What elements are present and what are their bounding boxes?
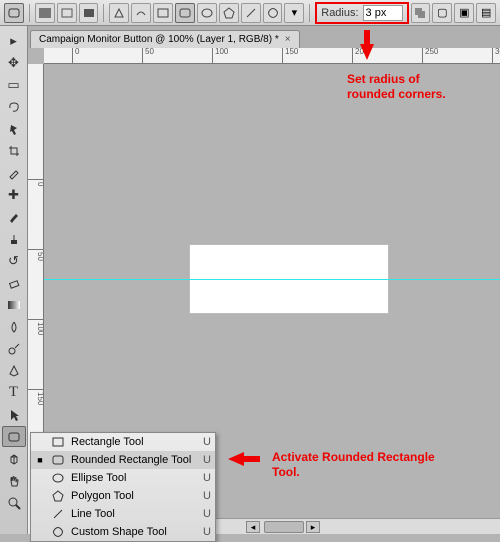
- radius-label: Radius:: [321, 7, 358, 19]
- ruler-tick: 50: [142, 48, 154, 64]
- ellipse-icon: [51, 471, 65, 485]
- menu-label: Polygon Tool: [71, 490, 193, 502]
- tab-handle-icon[interactable]: ▸: [2, 30, 26, 51]
- menu-label: Line Tool: [71, 508, 193, 520]
- path-selection-tool[interactable]: [2, 404, 26, 425]
- annotation-activate-text: Activate Rounded Rectangle Tool.: [272, 450, 435, 480]
- combine-exclude-icon[interactable]: ▤: [476, 3, 496, 23]
- document-title: Campaign Monitor Button @ 100% (Layer 1,…: [39, 34, 279, 45]
- ellipse-shape-icon[interactable]: [197, 3, 217, 23]
- document-tab[interactable]: Campaign Monitor Button @ 100% (Layer 1,…: [30, 30, 300, 48]
- menu-shortcut: U: [199, 454, 211, 466]
- ruler-tick: 100: [28, 319, 44, 335]
- eraser-tool[interactable]: [2, 272, 26, 293]
- combine-subtract-icon[interactable]: ▢: [432, 3, 452, 23]
- pen-tool[interactable]: [2, 360, 26, 381]
- shape-layers-mode[interactable]: [35, 3, 55, 23]
- ruler-tick: 250: [422, 48, 438, 64]
- rectangle-icon: [51, 435, 65, 449]
- rounded-rectangle-icon: [51, 453, 65, 467]
- options-bar: ▾ Radius: ▢ ▣ ▤: [0, 0, 500, 26]
- ruler-tick: 100: [212, 48, 228, 64]
- divider: [29, 4, 30, 22]
- eyedropper-tool[interactable]: [2, 162, 26, 183]
- divider: [309, 4, 310, 22]
- radius-input[interactable]: [363, 5, 403, 21]
- type-tool[interactable]: T: [2, 382, 26, 403]
- fill-pixels-mode[interactable]: [79, 3, 99, 23]
- line-shape-icon[interactable]: [241, 3, 261, 23]
- menu-shortcut: U: [199, 436, 211, 448]
- rounded-rectangle-shape-icon[interactable]: [175, 3, 195, 23]
- ruler-tick: 300: [492, 48, 500, 64]
- pen-option-icon[interactable]: [109, 3, 129, 23]
- radius-field-group: Radius:: [315, 2, 408, 24]
- ruler-tick: 0: [72, 48, 79, 64]
- check-icon: ■: [35, 455, 45, 465]
- document-tab-bar: Campaign Monitor Button @ 100% (Layer 1,…: [0, 26, 500, 48]
- geometry-options-dropdown[interactable]: ▾: [284, 3, 304, 23]
- shape-tool[interactable]: [2, 426, 26, 447]
- menu-shortcut: U: [199, 472, 211, 484]
- crop-tool[interactable]: [2, 140, 26, 161]
- menu-item-line[interactable]: Line Tool U: [31, 505, 215, 523]
- clone-stamp-tool[interactable]: [2, 228, 26, 249]
- marquee-tool[interactable]: ▭: [2, 74, 26, 95]
- menu-shortcut: U: [199, 490, 211, 502]
- shape-tool-menu: Rectangle Tool U ■ Rounded Rectangle Too…: [30, 432, 216, 542]
- ruler-tick: 0: [28, 179, 44, 186]
- menu-item-polygon[interactable]: Polygon Tool U: [31, 487, 215, 505]
- ruler-tick: 50: [28, 249, 44, 261]
- polygon-shape-icon[interactable]: [219, 3, 239, 23]
- scroll-right-icon[interactable]: ▸: [306, 521, 320, 533]
- menu-label: Ellipse Tool: [71, 472, 193, 484]
- polygon-icon: [51, 489, 65, 503]
- lasso-tool[interactable]: [2, 96, 26, 117]
- menu-item-ellipse[interactable]: Ellipse Tool U: [31, 469, 215, 487]
- close-icon[interactable]: ×: [285, 34, 291, 45]
- 3d-tool[interactable]: [2, 448, 26, 469]
- active-tool-preset[interactable]: [4, 3, 24, 23]
- horizontal-ruler[interactable]: 0 50 100 150 200 250 300: [44, 48, 500, 64]
- ruler-tick: 150: [282, 48, 298, 64]
- move-tool[interactable]: ✥: [2, 52, 26, 73]
- scroll-left-icon[interactable]: ◂: [246, 521, 260, 533]
- gradient-tool[interactable]: [2, 294, 26, 315]
- combine-add-icon[interactable]: [411, 3, 431, 23]
- tools-panel: ▸ ✥ ▭ ✚ ↺ T: [0, 26, 28, 534]
- dodge-tool[interactable]: [2, 338, 26, 359]
- combine-intersect-icon[interactable]: ▣: [454, 3, 474, 23]
- rectangle-shape-icon[interactable]: [153, 3, 173, 23]
- arrow-left-icon: [228, 452, 244, 466]
- hand-tool[interactable]: [2, 470, 26, 491]
- menu-label: Rounded Rectangle Tool: [71, 454, 193, 466]
- quick-select-tool[interactable]: [2, 118, 26, 139]
- brush-tool[interactable]: [2, 206, 26, 227]
- ruler-tick: 150: [28, 389, 44, 405]
- menu-shortcut: U: [199, 526, 211, 538]
- scroll-thumb[interactable]: [264, 521, 304, 533]
- menu-item-custom-shape[interactable]: Custom Shape Tool U: [31, 523, 215, 541]
- healing-brush-tool[interactable]: ✚: [2, 184, 26, 205]
- arrow-down-icon: [360, 44, 374, 60]
- custom-shape-icon[interactable]: [263, 3, 283, 23]
- custom-shape-icon: [51, 525, 65, 539]
- freeform-pen-icon[interactable]: [131, 3, 151, 23]
- paths-mode[interactable]: [57, 3, 77, 23]
- zoom-tool[interactable]: [2, 492, 26, 513]
- blur-tool[interactable]: [2, 316, 26, 337]
- line-icon: [51, 507, 65, 521]
- menu-label: Custom Shape Tool: [71, 526, 193, 538]
- divider: [103, 4, 104, 22]
- annotation-radius-text: Set radius of rounded corners.: [347, 72, 446, 102]
- menu-item-rounded-rectangle[interactable]: ■ Rounded Rectangle Tool U: [31, 451, 215, 469]
- horizontal-guide[interactable]: [44, 279, 500, 280]
- menu-shortcut: U: [199, 508, 211, 520]
- history-brush-tool[interactable]: ↺: [2, 250, 26, 271]
- menu-item-rectangle[interactable]: Rectangle Tool U: [31, 433, 215, 451]
- menu-label: Rectangle Tool: [71, 436, 193, 448]
